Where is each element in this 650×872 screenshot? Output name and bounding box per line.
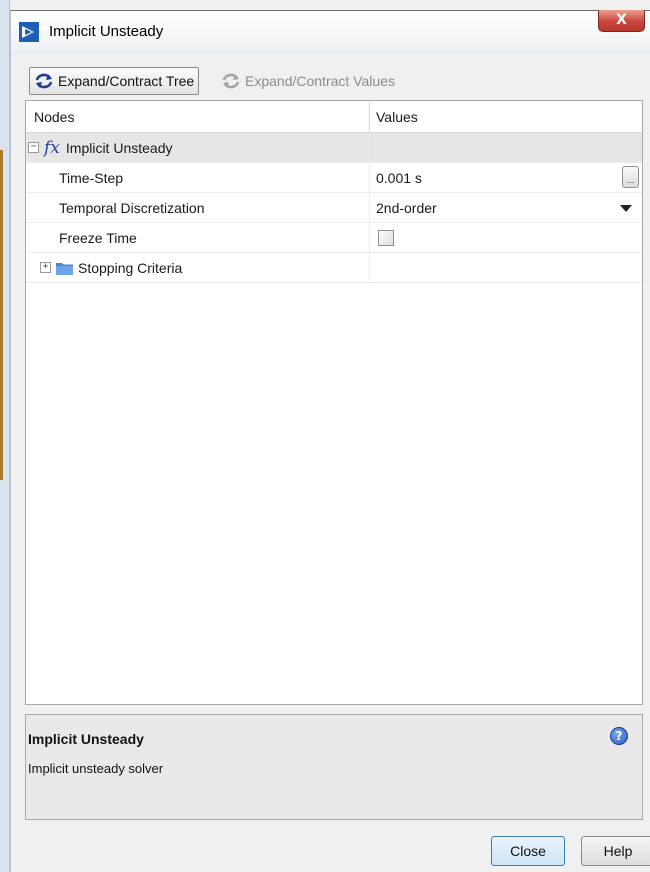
description-title: Implicit Unsteady bbox=[28, 731, 144, 747]
freeze-time-checkbox[interactable] bbox=[378, 229, 394, 246]
tree-row-temporal-discretization[interactable]: Temporal Discretization 2nd-order bbox=[26, 193, 642, 223]
title-bar[interactable]: Implicit Unsteady X bbox=[11, 10, 650, 53]
expand-contract-tree-label: Expand/Contract Tree bbox=[58, 73, 195, 89]
tree-node-label: Stopping Criteria bbox=[78, 259, 183, 276]
expand-contract-tree-button[interactable]: Expand/Contract Tree bbox=[29, 67, 200, 95]
app-logo-icon bbox=[19, 22, 39, 42]
window-close-button[interactable]: X bbox=[598, 10, 645, 32]
expand-toggle-icon[interactable]: + bbox=[40, 262, 51, 273]
tree-value-cell bbox=[370, 223, 642, 252]
tree-row-stopping-criteria[interactable]: + Stopping Criteria bbox=[26, 253, 642, 283]
dialog-window: Implicit Unsteady X Expand/Contract Tree… bbox=[10, 10, 650, 872]
description-panel: Implicit Unsteady Implicit unsteady solv… bbox=[25, 714, 643, 820]
help-question-icon[interactable]: ? bbox=[610, 727, 628, 745]
ellipsis-icon: ... bbox=[626, 175, 635, 185]
chevron-down-icon[interactable] bbox=[620, 205, 632, 212]
expand-contract-values-button: Expand/Contract Values bbox=[215, 67, 395, 95]
temporal-discretization-value: 2nd-order bbox=[376, 199, 437, 216]
background-window-edge bbox=[0, 0, 10, 872]
tree-node-label: Freeze Time bbox=[59, 229, 137, 246]
collapse-toggle-icon[interactable]: − bbox=[28, 142, 39, 153]
time-step-value: 0.001 s bbox=[376, 169, 422, 186]
tree-node-cell: Time-Step bbox=[26, 163, 370, 192]
nodes-column-header[interactable]: Nodes bbox=[26, 101, 370, 132]
tree-column-header: Nodes Values bbox=[26, 101, 642, 133]
properties-panel: Nodes Values − fx Implicit Unsteady Time… bbox=[25, 100, 650, 872]
folder-icon bbox=[56, 262, 73, 275]
refresh-arrows-icon bbox=[35, 73, 53, 89]
tree-node-cell: Temporal Discretization bbox=[26, 193, 370, 222]
ellipsis-button[interactable]: ... bbox=[622, 166, 639, 188]
background-window-accent bbox=[0, 150, 3, 480]
tree-value-cell bbox=[370, 133, 642, 162]
expand-contract-values-label: Expand/Contract Values bbox=[245, 73, 395, 89]
values-column-header[interactable]: Values bbox=[370, 101, 642, 132]
tree-value-cell bbox=[370, 253, 642, 282]
close-button[interactable]: Close bbox=[491, 836, 565, 866]
tree-node-cell: + Stopping Criteria bbox=[26, 253, 370, 282]
window-title: Implicit Unsteady bbox=[49, 23, 164, 40]
fx-icon: fx bbox=[44, 137, 60, 158]
tree-node-cell: − fx Implicit Unsteady bbox=[26, 133, 370, 162]
tree-row-freeze-time[interactable]: Freeze Time bbox=[26, 223, 642, 253]
tree-node-cell: Freeze Time bbox=[26, 223, 370, 252]
toolbar: Expand/Contract Tree Expand/Contract Val… bbox=[25, 67, 625, 95]
property-tree: Nodes Values − fx Implicit Unsteady Time… bbox=[25, 100, 643, 705]
tree-node-label: Time-Step bbox=[59, 169, 124, 186]
close-icon: X bbox=[616, 12, 627, 28]
refresh-arrows-icon bbox=[222, 73, 240, 89]
tree-row-time-step[interactable]: Time-Step 0.001 s ... bbox=[26, 163, 642, 193]
tree-node-label: Temporal Discretization bbox=[59, 199, 205, 216]
help-button[interactable]: Help bbox=[581, 836, 650, 866]
tree-node-label: Implicit Unsteady bbox=[65, 139, 173, 156]
time-step-value-field[interactable]: 0.001 s ... bbox=[370, 163, 642, 192]
tree-row-implicit-unsteady[interactable]: − fx Implicit Unsteady bbox=[26, 133, 642, 163]
description-text: Implicit unsteady solver bbox=[28, 761, 164, 776]
temporal-discretization-dropdown[interactable]: 2nd-order bbox=[370, 193, 642, 222]
